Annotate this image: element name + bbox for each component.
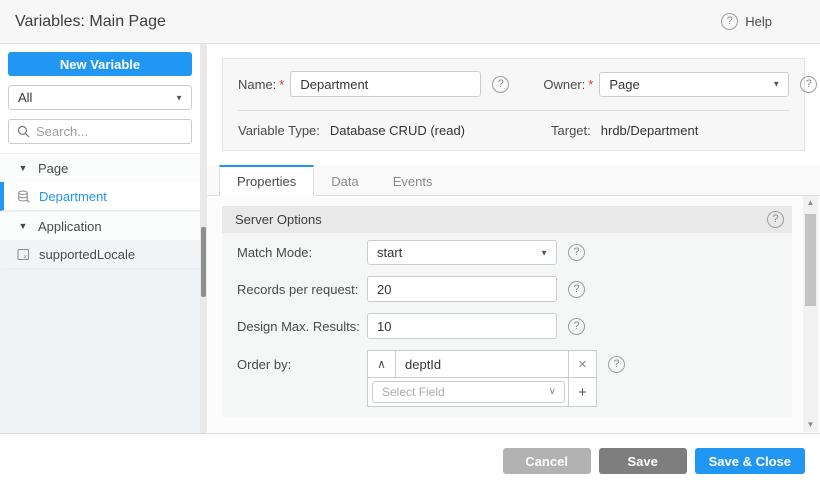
sort-ascending-button[interactable]: ∧ bbox=[368, 351, 396, 377]
server-options-body: Match Mode: start ▼ ? Records per reques… bbox=[222, 233, 792, 417]
tree-item-department[interactable]: Department bbox=[0, 182, 200, 211]
sidebar-scrollbar[interactable] bbox=[200, 44, 207, 433]
dialog-footer: Cancel Save Save & Close bbox=[0, 434, 820, 489]
owner-value: Page bbox=[609, 77, 639, 92]
main-content: Name: * ? Owner: * Page ▼ ? bbox=[207, 44, 820, 433]
help-label: Help bbox=[745, 14, 772, 29]
name-help-icon[interactable]: ? bbox=[492, 76, 509, 93]
design-max-help-icon[interactable]: ? bbox=[568, 318, 585, 335]
records-per-request-label: Records per request: bbox=[222, 282, 367, 297]
variable-summary-panel: Name: * ? Owner: * Page ▼ ? bbox=[222, 58, 805, 151]
chevron-down-icon: ▼ bbox=[540, 241, 548, 264]
dialog-body: New Variable All ▼ ▼ bbox=[0, 44, 820, 434]
order-by-field-value[interactable]: deptId bbox=[396, 351, 568, 377]
tree-item-label: Department bbox=[39, 189, 107, 204]
search-input[interactable] bbox=[36, 124, 212, 139]
records-per-request-input[interactable] bbox=[367, 276, 557, 302]
order-by-editor: ∧ deptId × Select Field ∨ bbox=[367, 350, 597, 407]
variable-type-value: Database CRUD (read) bbox=[330, 123, 465, 138]
design-max-results-input[interactable] bbox=[367, 313, 557, 339]
caret-down-icon: ▼ bbox=[17, 221, 29, 231]
tab-data[interactable]: Data bbox=[314, 165, 375, 196]
tab-properties[interactable]: Properties bbox=[219, 165, 314, 196]
sidebar-empty-area bbox=[0, 269, 200, 433]
cancel-button[interactable]: Cancel bbox=[503, 448, 591, 474]
panel-divider bbox=[238, 110, 789, 111]
order-by-label: Order by: bbox=[222, 350, 367, 372]
properties-panel: Server Options ? Match Mode: start ▼ ? bbox=[207, 196, 820, 433]
design-max-results-label: Design Max. Results: bbox=[222, 319, 367, 334]
tree-item-label: supportedLocale bbox=[39, 247, 135, 262]
properties-scroll-area: Server Options ? Match Mode: start ▼ ? bbox=[207, 196, 802, 433]
order-by-help-icon[interactable]: ? bbox=[608, 356, 625, 373]
tree-group-application[interactable]: ▼ Application bbox=[0, 211, 200, 240]
server-options-title: Server Options bbox=[235, 212, 322, 227]
properties-scrollbar-thumb[interactable] bbox=[805, 214, 816, 306]
database-icon bbox=[17, 190, 30, 203]
required-marker: * bbox=[588, 77, 593, 92]
sidebar-controls: New Variable All ▼ bbox=[0, 44, 200, 153]
select-field-dropdown[interactable]: Select Field ∨ bbox=[372, 381, 565, 403]
search-box bbox=[8, 119, 192, 144]
chevron-down-icon: ▼ bbox=[175, 86, 183, 109]
save-and-close-button[interactable]: Save & Close bbox=[695, 448, 805, 474]
sidebar-scrollbar-thumb[interactable] bbox=[201, 227, 206, 297]
variable-type-label: Variable Type: bbox=[238, 123, 320, 138]
owner-label: Owner: bbox=[543, 77, 585, 92]
chevron-down-icon: ▼ bbox=[772, 73, 780, 96]
save-button[interactable]: Save bbox=[599, 448, 687, 474]
match-mode-value: start bbox=[377, 245, 402, 260]
variable-filter-select[interactable]: All ▼ bbox=[8, 85, 192, 110]
name-input[interactable] bbox=[290, 71, 481, 97]
remove-field-button[interactable]: × bbox=[568, 351, 596, 377]
match-mode-label: Match Mode: bbox=[222, 245, 367, 260]
order-by-row: ∧ deptId × bbox=[367, 350, 597, 378]
tab-events[interactable]: Events bbox=[376, 165, 450, 196]
variable-icon: x bbox=[17, 248, 30, 261]
add-order-field-row: Select Field ∨ + bbox=[367, 378, 597, 407]
owner-help-icon[interactable]: ? bbox=[800, 76, 817, 93]
tab-bar: Properties Data Events bbox=[207, 165, 820, 196]
server-options-header: Server Options ? bbox=[222, 206, 792, 233]
new-variable-button[interactable]: New Variable bbox=[8, 52, 192, 76]
match-mode-help-icon[interactable]: ? bbox=[568, 244, 585, 261]
tree-group-page[interactable]: ▼ Page bbox=[0, 153, 200, 182]
dialog-header: Variables: Main Page ? Help bbox=[0, 0, 820, 44]
page-title: Variables: Main Page bbox=[15, 13, 166, 31]
help-icon: ? bbox=[721, 13, 738, 30]
target-value: hrdb/Department bbox=[601, 123, 699, 138]
add-field-button[interactable]: + bbox=[568, 378, 596, 406]
scroll-down-icon[interactable]: ▼ bbox=[803, 418, 818, 432]
tree-group-label: Page bbox=[38, 161, 68, 176]
required-marker: * bbox=[279, 77, 284, 92]
sidebar: New Variable All ▼ ▼ bbox=[0, 44, 207, 433]
search-icon bbox=[17, 125, 30, 138]
match-mode-select[interactable]: start ▼ bbox=[367, 240, 557, 265]
tree-group-label: Application bbox=[38, 219, 102, 234]
help-link[interactable]: ? Help bbox=[721, 13, 772, 30]
tree-item-supportedlocale[interactable]: x supportedLocale bbox=[0, 240, 200, 269]
chevron-down-icon: ∨ bbox=[549, 382, 556, 402]
name-label: Name: bbox=[238, 77, 276, 92]
scroll-up-icon[interactable]: ▲ bbox=[803, 196, 818, 210]
caret-down-icon: ▼ bbox=[17, 163, 29, 173]
properties-scrollbar[interactable]: ▲ ▼ bbox=[803, 196, 818, 432]
target-label: Target: bbox=[551, 123, 591, 138]
owner-select[interactable]: Page ▼ bbox=[599, 72, 789, 97]
variable-filter-value: All bbox=[18, 90, 32, 105]
records-help-icon[interactable]: ? bbox=[568, 281, 585, 298]
server-options-help-icon[interactable]: ? bbox=[767, 211, 784, 228]
select-field-placeholder: Select Field bbox=[382, 385, 445, 399]
variables-dialog: Variables: Main Page ? Help New Variable… bbox=[0, 0, 820, 489]
variable-tree: ▼ Page Department ▼ Ap bbox=[0, 153, 200, 269]
